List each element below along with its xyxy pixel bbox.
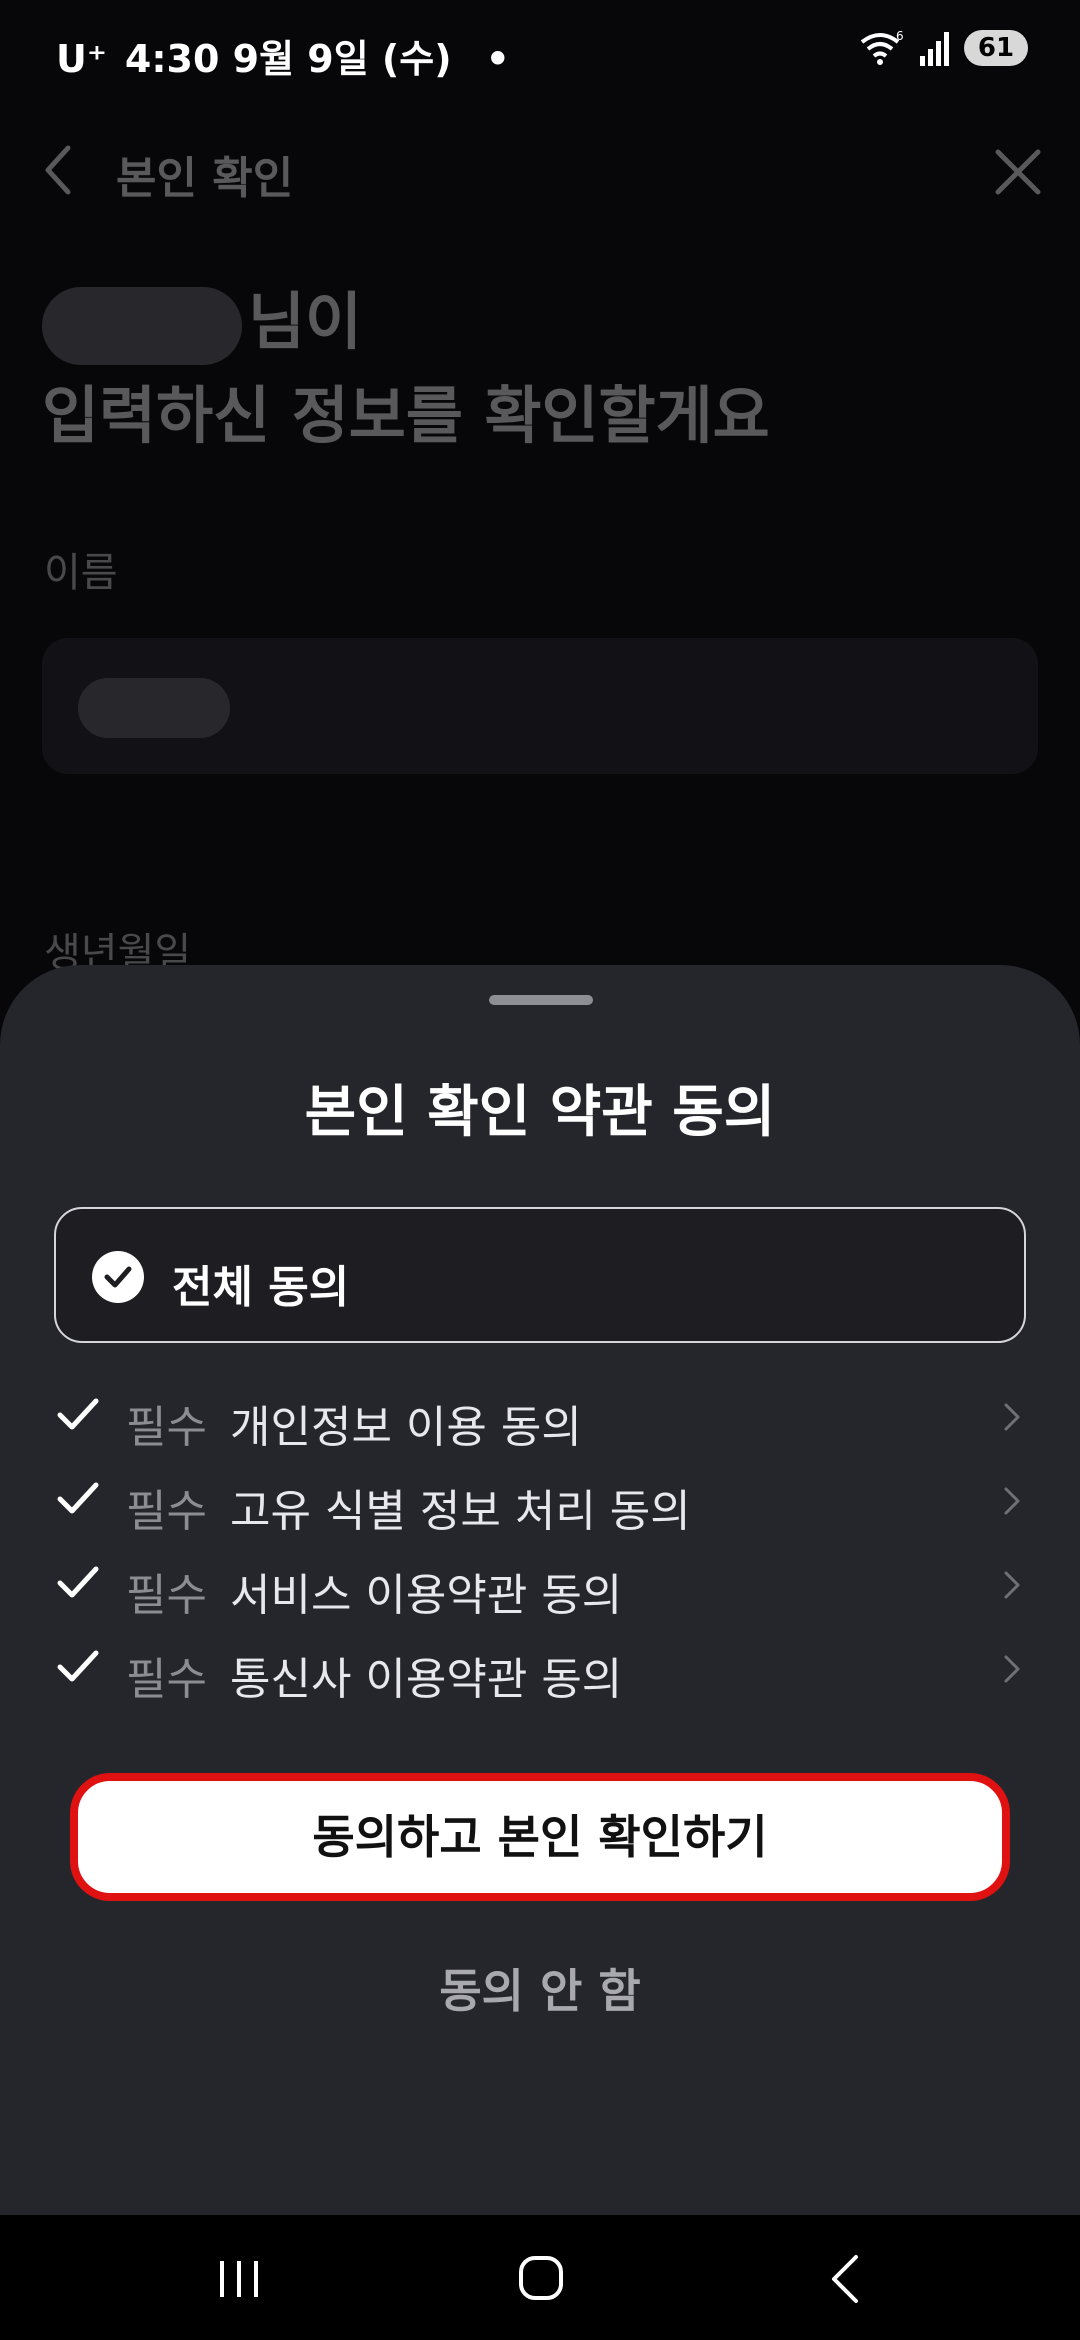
agree-and-verify-button[interactable]: 동의하고 본인 확인하기 bbox=[70, 1773, 1010, 1901]
term-label: 서비스 이용약관 동의 bbox=[230, 1570, 623, 1621]
check-icon bbox=[57, 1398, 99, 1430]
page-header: 본인 확인 bbox=[0, 120, 1080, 220]
notification-dot: • bbox=[485, 37, 510, 81]
name-field[interactable] bbox=[42, 638, 1038, 774]
term-label: 통신사 이용약관 동의 bbox=[230, 1654, 623, 1705]
check-circle-icon bbox=[92, 1251, 144, 1303]
agree-all-checkbox[interactable]: 전체 동의 bbox=[54, 1207, 1026, 1343]
required-tag: 필수 bbox=[126, 1486, 207, 1537]
term-item[interactable]: 필수 고유 식별 정보 처리 동의 bbox=[0, 1461, 1080, 1537]
signal-icon bbox=[920, 32, 949, 66]
headline-suffix: 님이 bbox=[248, 285, 363, 358]
status-right: 6 61 bbox=[858, 30, 1028, 66]
sheet-drag-handle[interactable] bbox=[489, 995, 593, 1005]
required-tag: 필수 bbox=[126, 1654, 207, 1705]
disagree-button[interactable]: 동의 안 함 bbox=[0, 1955, 1080, 2021]
status-left: U⁺ 4:30 9월 9일 (수) • bbox=[56, 28, 510, 83]
headline-line2: 입력하신 정보를 확인할게요 bbox=[42, 379, 770, 452]
battery-indicator: 61 bbox=[964, 30, 1028, 66]
check-icon bbox=[57, 1566, 99, 1598]
wifi-badge: 6 bbox=[896, 30, 904, 43]
check-icon bbox=[57, 1482, 99, 1514]
page-title: 본인 확인 bbox=[116, 153, 294, 204]
term-label: 개인정보 이용 동의 bbox=[230, 1402, 582, 1453]
close-icon[interactable] bbox=[992, 146, 1044, 198]
carrier-label: U⁺ bbox=[56, 37, 107, 81]
term-item[interactable]: 필수 개인정보 이용 동의 bbox=[0, 1377, 1080, 1453]
chevron-right-icon[interactable] bbox=[1002, 1569, 1022, 1601]
sheet-title: 본인 확인 약관 동의 bbox=[304, 1080, 776, 1145]
term-label: 고유 식별 정보 처리 동의 bbox=[230, 1486, 691, 1537]
nav-back-icon[interactable] bbox=[828, 2253, 862, 2305]
term-item[interactable]: 필수 통신사 이용약관 동의 bbox=[0, 1629, 1080, 1705]
check-icon bbox=[57, 1650, 99, 1682]
chevron-right-icon[interactable] bbox=[1002, 1485, 1022, 1517]
required-tag: 필수 bbox=[126, 1570, 207, 1621]
name-redaction bbox=[42, 286, 242, 365]
required-tag: 필수 bbox=[126, 1402, 207, 1453]
home-icon[interactable] bbox=[518, 2255, 564, 2301]
system-nav-bar bbox=[0, 2215, 1080, 2340]
headline: 님이 입력하신 정보를 확인할게요 bbox=[42, 275, 770, 463]
status-bar: U⁺ 4:30 9월 9일 (수) • 6 61 bbox=[0, 0, 1080, 100]
name-value-redaction bbox=[78, 678, 230, 738]
wifi-icon: 6 bbox=[860, 30, 904, 65]
background-page: 본인 확인 님이 입력하신 정보를 확인할게요 이름 생년월일 bbox=[0, 100, 1080, 1000]
chevron-right-icon[interactable] bbox=[1002, 1401, 1022, 1433]
back-arrow-icon[interactable] bbox=[38, 142, 78, 198]
agree-all-label: 전체 동의 bbox=[172, 1262, 350, 1313]
terms-bottom-sheet: 본인 확인 약관 동의 전체 동의 필수 개인정보 이용 동의 필수 고유 식별… bbox=[0, 965, 1080, 2215]
recent-apps-icon[interactable] bbox=[214, 2257, 264, 2301]
name-label: 이름 bbox=[44, 550, 118, 596]
term-item[interactable]: 필수 서비스 이용약관 동의 bbox=[0, 1545, 1080, 1621]
status-time-date: 4:30 9월 9일 (수) bbox=[124, 37, 452, 81]
chevron-right-icon[interactable] bbox=[1002, 1653, 1022, 1685]
